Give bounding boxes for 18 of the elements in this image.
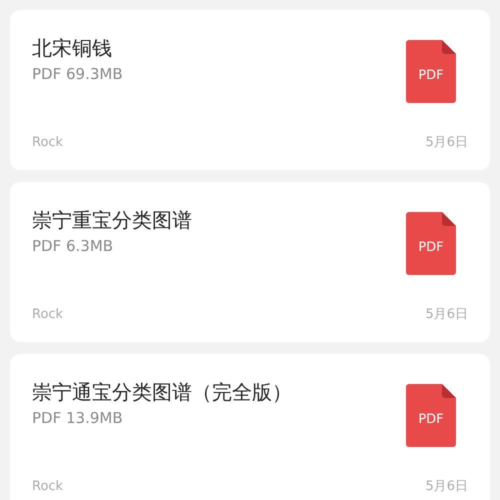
file-title: 崇宁通宝分类图谱（完全版）: [32, 379, 292, 406]
file-owner: Rock: [32, 134, 64, 152]
pdf-file-icon: PDF: [406, 212, 456, 275]
file-title: 崇宁重宝分类图谱: [32, 207, 192, 234]
file-info: PDF 13.9MB: [32, 408, 124, 428]
pdf-file-icon: PDF: [406, 40, 456, 103]
file-card[interactable]: 崇宁通宝分类图谱（完全版） PDF 13.9MB PDF Rock 5月6日: [10, 354, 490, 500]
file-info: PDF 69.3MB: [32, 64, 123, 84]
file-card[interactable]: 崇宁重宝分类图谱 PDF 6.3MB PDF Rock 5月6日: [10, 182, 490, 342]
file-owner: Rock: [32, 478, 64, 496]
file-owner: Rock: [32, 306, 64, 324]
file-date: 5月6日: [425, 478, 468, 496]
file-date: 5月6日: [425, 134, 468, 152]
pdf-file-icon: PDF: [406, 384, 456, 447]
file-title: 北宋铜钱: [32, 35, 113, 62]
file-date: 5月6日: [425, 306, 468, 324]
file-card[interactable]: 北宋铜钱 PDF 69.3MB PDF Rock 5月6日: [10, 10, 490, 170]
file-info: PDF 6.3MB: [32, 236, 114, 256]
